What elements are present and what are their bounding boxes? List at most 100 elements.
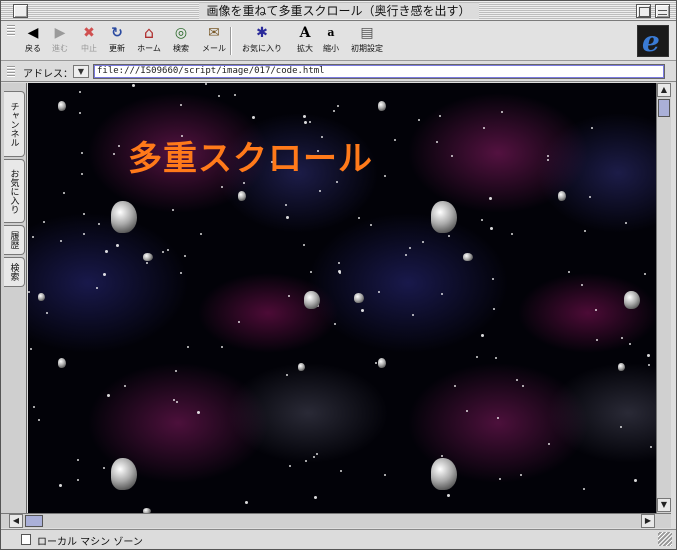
asteroid bbox=[378, 101, 386, 111]
preferences-icon: ▤ bbox=[360, 25, 374, 41]
back-arrow-icon: ◀ bbox=[27, 25, 39, 41]
star bbox=[334, 323, 336, 325]
star bbox=[647, 354, 650, 357]
star bbox=[113, 153, 115, 155]
star bbox=[105, 250, 108, 253]
star bbox=[375, 362, 377, 364]
asteroid bbox=[238, 191, 246, 201]
star bbox=[520, 474, 522, 476]
star bbox=[422, 241, 424, 243]
title-bar[interactable]: 画像を重ねて多重スクロール（奥行き感を出す） bbox=[1, 1, 676, 21]
address-input[interactable]: file:///IS09660/script/image/017/code.ht… bbox=[93, 64, 665, 79]
star bbox=[81, 173, 83, 175]
star bbox=[96, 287, 98, 289]
horizontal-scroll-thumb[interactable] bbox=[25, 515, 43, 527]
scroll-right-arrow[interactable]: ▶ bbox=[641, 514, 655, 528]
star bbox=[412, 314, 414, 316]
tab-history[interactable]: 履歴 bbox=[4, 225, 25, 255]
star bbox=[289, 465, 291, 467]
page-content[interactable]: 多重スクロール bbox=[28, 83, 656, 513]
preferences-button[interactable]: ▤ 初期設定 bbox=[347, 25, 387, 57]
horizontal-scrollbar[interactable]: ◀ ▶ bbox=[1, 513, 671, 528]
asteroid bbox=[378, 358, 386, 368]
tab-favorites[interactable]: お気に入り bbox=[4, 159, 25, 223]
toolbar-grip[interactable] bbox=[7, 25, 15, 37]
text-smaller-button[interactable]: a 縮小 bbox=[314, 25, 348, 57]
mail-button[interactable]: ✉ メール bbox=[197, 25, 231, 57]
stop-icon: ✖ bbox=[83, 25, 95, 41]
ie-logo-icon[interactable]: e bbox=[637, 25, 669, 58]
star bbox=[313, 456, 315, 458]
scroll-down-arrow[interactable]: ▼ bbox=[657, 498, 671, 512]
favorites-button[interactable]: ✱ お気に入り bbox=[237, 25, 287, 57]
home-icon: ⌂ bbox=[143, 23, 155, 42]
address-dropdown-button[interactable]: ▼ bbox=[73, 65, 89, 78]
star bbox=[83, 233, 85, 235]
star bbox=[591, 127, 593, 129]
toolbar: ◀ 戻る ▶ 進む ✖ 中止 ↻ 更新 ⌂ ホーム ◎ 検索 ✉ メール ✱ お… bbox=[1, 21, 676, 61]
asteroid bbox=[463, 253, 473, 261]
zoom-box[interactable] bbox=[636, 4, 651, 18]
tab-search[interactable]: 検索 bbox=[4, 257, 25, 287]
zone-icon bbox=[21, 534, 31, 545]
star bbox=[252, 116, 255, 119]
star bbox=[581, 284, 583, 286]
star bbox=[46, 312, 48, 314]
star bbox=[409, 247, 411, 249]
star bbox=[304, 121, 307, 124]
star bbox=[339, 272, 341, 274]
scroll-left-arrow[interactable]: ◀ bbox=[9, 514, 23, 528]
star bbox=[481, 219, 483, 221]
refresh-label: 更新 bbox=[109, 44, 125, 53]
star bbox=[338, 262, 340, 264]
star bbox=[492, 278, 494, 280]
asteroid bbox=[431, 201, 457, 233]
refresh-button[interactable]: ↻ 更新 bbox=[100, 25, 134, 57]
asteroid bbox=[111, 458, 137, 490]
asteroid bbox=[58, 358, 66, 368]
resize-grip-icon[interactable] bbox=[658, 532, 672, 546]
star bbox=[243, 182, 245, 184]
address-grip[interactable] bbox=[7, 66, 15, 78]
star bbox=[589, 196, 591, 198]
star bbox=[405, 254, 407, 256]
search-button[interactable]: ◎ 検索 bbox=[164, 25, 198, 57]
asteroid bbox=[618, 363, 625, 371]
close-box[interactable] bbox=[13, 4, 28, 18]
asteroid bbox=[58, 101, 66, 111]
star bbox=[499, 478, 501, 480]
vertical-scrollbar[interactable]: ▲ ▼ bbox=[656, 83, 671, 513]
vertical-scroll-thumb[interactable] bbox=[658, 99, 670, 117]
asteroid bbox=[624, 291, 640, 309]
star bbox=[116, 244, 119, 247]
star bbox=[522, 385, 524, 387]
star bbox=[28, 291, 30, 293]
star bbox=[81, 152, 83, 154]
star bbox=[132, 84, 135, 87]
star bbox=[476, 356, 478, 358]
star bbox=[309, 121, 311, 123]
star bbox=[629, 343, 631, 345]
star bbox=[180, 272, 182, 274]
collapse-box[interactable] bbox=[655, 4, 670, 18]
star bbox=[118, 145, 120, 147]
status-bar: ローカル マシン ゾーン bbox=[1, 529, 676, 549]
star bbox=[33, 406, 35, 408]
home-button[interactable]: ⌂ ホーム bbox=[132, 25, 166, 57]
window-title: 画像を重ねて多重スクロール（奥行き感を出す） bbox=[198, 3, 479, 19]
arrow-right-icon: ▶ bbox=[644, 516, 652, 525]
tab-channels[interactable]: チャンネル bbox=[4, 91, 25, 157]
star bbox=[200, 233, 202, 235]
star bbox=[310, 271, 312, 273]
scroll-up-arrow[interactable]: ▲ bbox=[657, 83, 671, 97]
star bbox=[285, 204, 287, 206]
home-label: ホーム bbox=[137, 44, 161, 53]
search-label: 検索 bbox=[173, 44, 189, 53]
refresh-icon: ↻ bbox=[111, 25, 123, 41]
star bbox=[490, 227, 493, 230]
star bbox=[394, 139, 396, 141]
star bbox=[650, 446, 652, 448]
star bbox=[337, 105, 339, 107]
star bbox=[481, 334, 484, 337]
star bbox=[221, 186, 223, 188]
